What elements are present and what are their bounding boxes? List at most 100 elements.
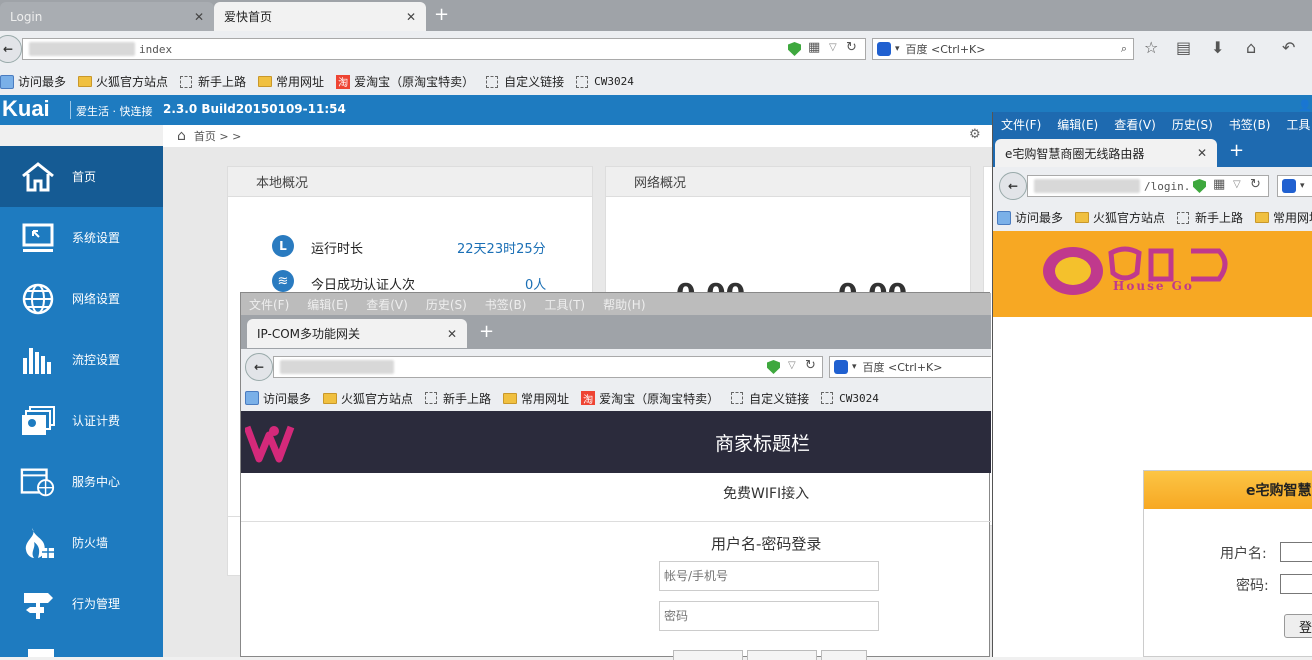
bookmark-custom-links[interactable]: 自定义链接 [486, 73, 564, 90]
bookmark-label: 访问最多 [1015, 211, 1064, 225]
menu-bookmarks[interactable]: 书签(B) [485, 296, 527, 313]
bookmark-common-sites[interactable]: 常用网址 [258, 73, 324, 90]
bookmark-label: 新手上路 [198, 75, 247, 89]
action-button-1[interactable] [673, 650, 743, 660]
bookmark-ai-taobao[interactable]: 淘爱淘宝（原淘宝特卖） [581, 390, 719, 407]
bookmark-label: CW3024 [839, 391, 879, 405]
user-icon[interactable]: 👤 [1298, 99, 1312, 112]
bookmark-getting-started[interactable]: 新手上路 [1177, 209, 1243, 226]
sidebar-item-behavior-management[interactable]: 行为管理 [0, 573, 163, 634]
eshop-banner: House Go [993, 231, 1312, 317]
sidebar-item-auth-billing[interactable]: 认证计费 [0, 390, 163, 451]
bookmark-cw3024[interactable]: CW3024 [576, 75, 634, 88]
sidebar-item-flow-control[interactable]: 流控设置 [0, 329, 163, 390]
sidebar-item-firewall[interactable]: 防火墙 [0, 512, 163, 573]
download-icon[interactable]: ⬇ [1211, 38, 1224, 57]
reading-list-icon[interactable]: ▤ [1176, 38, 1191, 57]
sidebar-item-service-center[interactable]: 服务中心 [0, 451, 163, 512]
password-input[interactable] [659, 601, 879, 631]
url-input[interactable] [273, 356, 823, 378]
search-input[interactable]: ▾ 百度 <Ctrl+K> ⌕ [872, 38, 1134, 60]
close-icon[interactable]: ✕ [447, 327, 457, 341]
menu-edit[interactable]: 编辑(E) [307, 296, 348, 313]
search-input[interactable]: ▾ [1277, 175, 1312, 197]
home-button-icon[interactable]: ⌂ [1246, 38, 1256, 57]
page-icon [486, 75, 499, 88]
menu-help[interactable]: 帮助(H) [603, 296, 645, 313]
menu-tools[interactable]: 工具 [1286, 116, 1310, 133]
undo-icon[interactable]: ↶ [1282, 38, 1295, 57]
close-icon[interactable]: ✕ [406, 10, 416, 24]
login-button[interactable]: 登 [1284, 614, 1312, 638]
close-icon[interactable]: ✕ [1197, 146, 1207, 160]
star-icon[interactable]: ☆ [1144, 38, 1158, 57]
search-icon[interactable]: ⌕ [1121, 42, 1127, 56]
home-icon[interactable]: ⌂ [177, 128, 186, 144]
tab-ipcom[interactable]: IP-COM多功能网关 ✕ [247, 319, 467, 348]
chevron-down-icon[interactable]: ▾ [852, 362, 857, 372]
bookmark-common-sites[interactable]: 常用网址 [1255, 209, 1312, 226]
action-button-2[interactable] [747, 650, 817, 660]
tab-bar: Login ✕ 爱快首页 ✕ + [0, 0, 1312, 31]
username-input[interactable] [1280, 542, 1312, 562]
bookmark-ai-taobao[interactable]: 淘爱淘宝（原淘宝特卖） [336, 73, 474, 90]
panel-title: 本地概况 [228, 167, 592, 197]
tab-login[interactable]: Login ✕ [0, 2, 214, 31]
settings-icon[interactable]: ⚙ [969, 127, 981, 142]
close-icon[interactable]: ✕ [194, 10, 204, 24]
bookmarks-bar: 访问最多 火狐官方站点 新手上路 常用网址 淘爱淘宝（原淘宝特卖） 自定义链接 … [241, 385, 991, 411]
action-button-3[interactable] [821, 650, 867, 660]
chevron-down-icon[interactable]: ▾ [895, 44, 900, 54]
menu-tools[interactable]: 工具(T) [544, 296, 585, 313]
reload-icon[interactable]: ↻ [1250, 177, 1261, 192]
new-tab-icon[interactable]: + [1229, 140, 1244, 161]
search-input[interactable]: ▾ 百度 <Ctrl+K> [829, 356, 991, 378]
chevron-down-icon[interactable]: ▾ [1300, 181, 1305, 191]
globe-icon [20, 281, 56, 317]
dropdown-icon[interactable]: ▽ [829, 42, 837, 53]
menu-view[interactable]: 查看(V) [1114, 116, 1156, 133]
bookmark-most-visited[interactable]: 访问最多 [997, 209, 1063, 226]
back-icon[interactable]: ← [0, 35, 22, 63]
reload-icon[interactable]: ↻ [846, 40, 857, 55]
password-label: 密码: [1236, 578, 1269, 594]
sidebar-item-network[interactable]: 网络设置 [0, 268, 163, 329]
sidebar-item-home[interactable]: 首页 [0, 146, 163, 207]
bookmark-most-visited[interactable]: 访问最多 [245, 390, 311, 407]
menu-file[interactable]: 文件(F) [1001, 116, 1041, 133]
bookmark-getting-started[interactable]: 新手上路 [180, 73, 246, 90]
menu-view[interactable]: 查看(V) [366, 296, 408, 313]
menu-history[interactable]: 历史(S) [426, 296, 467, 313]
new-tab-icon[interactable]: + [479, 321, 494, 342]
sidebar-item-system[interactable]: 系统设置 [0, 207, 163, 268]
qr-icon[interactable]: ▦ [1213, 177, 1225, 192]
reload-icon[interactable]: ↻ [805, 358, 816, 373]
menu-bookmarks[interactable]: 书签(B) [1229, 116, 1271, 133]
tab-bar: e宅购智慧商圈无线路由器 ✕ + [993, 136, 1312, 167]
password-input[interactable] [1280, 574, 1312, 594]
bookmark-custom-links[interactable]: 自定义链接 [731, 390, 809, 407]
tab-ikuai-home[interactable]: 爱快首页 ✕ [214, 2, 426, 31]
bookmark-label: 火狐官方站点 [341, 391, 414, 406]
bookmark-most-visited[interactable]: 访问最多 [0, 73, 66, 90]
tab-eshop[interactable]: e宅购智慧商圈无线路由器 ✕ [995, 139, 1217, 167]
panel-title: 网络概况 [606, 167, 970, 197]
account-input[interactable] [659, 561, 879, 591]
menu-file[interactable]: 文件(F) [249, 296, 289, 313]
bookmark-common-sites[interactable]: 常用网址 [503, 390, 569, 407]
menu-edit[interactable]: 编辑(E) [1057, 116, 1098, 133]
dropdown-icon[interactable]: ▽ [1233, 179, 1241, 190]
bookmark-firefox-sites[interactable]: 火狐官方站点 [323, 390, 413, 407]
new-tab-icon[interactable]: + [434, 4, 449, 25]
blurred-host [1034, 179, 1140, 193]
menu-history[interactable]: 历史(S) [1172, 116, 1213, 133]
dropdown-icon[interactable]: ▽ [788, 360, 796, 371]
bookmark-getting-started[interactable]: 新手上路 [425, 390, 491, 407]
bookmark-firefox-sites[interactable]: 火狐官方站点 [78, 73, 168, 90]
back-icon[interactable]: ← [245, 353, 273, 381]
url-input[interactable]: index [22, 38, 866, 60]
back-icon[interactable]: ← [999, 172, 1027, 200]
bookmark-firefox-sites[interactable]: 火狐官方站点 [1075, 209, 1165, 226]
bookmark-cw3024[interactable]: CW3024 [821, 392, 879, 405]
qr-icon[interactable]: ▦ [808, 40, 820, 55]
